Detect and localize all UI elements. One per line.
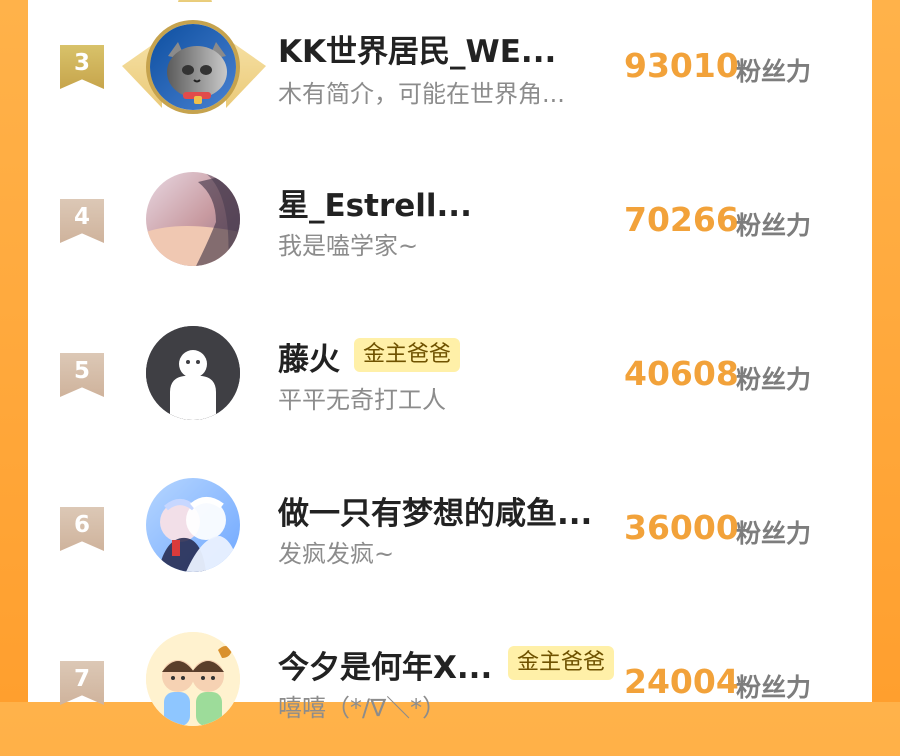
fan-power-score: 36000	[624, 508, 739, 547]
crowned-cat-avatar[interactable]	[146, 20, 240, 114]
list-item[interactable]: 5 藤火 金主爸爸 平平无奇打工人 40608 粉丝力	[28, 298, 872, 448]
ranking-panel: 3 KK世界居民_WE... 木有简介，可能在世界角... 93010 粉丝力 …	[28, 0, 872, 726]
user-bio: 木有简介，可能在世界角...	[278, 80, 565, 108]
user-bio: 发疯发疯~	[278, 540, 395, 568]
user-bio: 我是嗑学家~	[278, 232, 419, 260]
list-item[interactable]: 7 今夕是何年X... 金主爸爸 嘻嘻（*/∇＼*） 24004 粉丝力	[28, 606, 872, 756]
couple-avatar-icon	[146, 478, 240, 572]
patron-badge: 金主爸爸	[508, 646, 615, 680]
rank-badge: 5	[60, 353, 104, 397]
patron-badge: 金主爸爸	[354, 338, 461, 372]
fan-power-score: 40608	[624, 354, 739, 393]
user-bio: 平平无奇打工人	[278, 386, 446, 414]
ghost-avatar-icon	[146, 326, 240, 420]
list-item[interactable]: 6 做一只有梦想的咸鱼... 发疯发疯~ 36000 粉丝力	[28, 452, 872, 602]
rank-badge: 3	[60, 45, 104, 89]
rank-badge: 6	[60, 507, 104, 551]
list-item[interactable]: 4 星_Estrell... 我是嗑学家~ 70266 粉丝力	[28, 144, 872, 294]
default-ghost-avatar[interactable]	[146, 326, 240, 420]
rank-badge: 4	[60, 199, 104, 243]
fan-power-score: 70266	[624, 200, 739, 239]
fan-power-score: 24004	[624, 662, 739, 701]
crown-icon	[178, 0, 212, 2]
fan-power-label: 粉丝力	[736, 519, 812, 548]
user-name[interactable]: 今夕是何年X...	[278, 642, 492, 687]
fan-power-score: 93010	[624, 46, 739, 85]
boys-avatar-icon	[146, 632, 240, 726]
fan-power-label: 粉丝力	[736, 211, 812, 240]
user-name[interactable]: 做一只有梦想的咸鱼...	[278, 488, 592, 533]
fan-power-label: 粉丝力	[736, 673, 812, 702]
fan-power-label: 粉丝力	[736, 57, 812, 86]
anime-portrait-avatar[interactable]	[146, 172, 240, 266]
list-item[interactable]: 3 KK世界居民_WE... 木有简介，可能在世界角... 93010 粉丝力	[28, 0, 872, 140]
user-name[interactable]: KK世界居民_WE...	[278, 26, 556, 71]
portrait-avatar-icon	[146, 172, 240, 266]
cartoon-boys-avatar[interactable]	[146, 632, 240, 726]
fan-power-label: 粉丝力	[736, 365, 812, 394]
user-name[interactable]: 星_Estrell...	[278, 180, 472, 225]
rank-badge: 7	[60, 661, 104, 705]
user-bio: 嘻嘻（*/∇＼*）	[278, 694, 447, 722]
user-name[interactable]: 藤火	[278, 334, 340, 379]
anime-couple-avatar[interactable]	[146, 478, 240, 572]
